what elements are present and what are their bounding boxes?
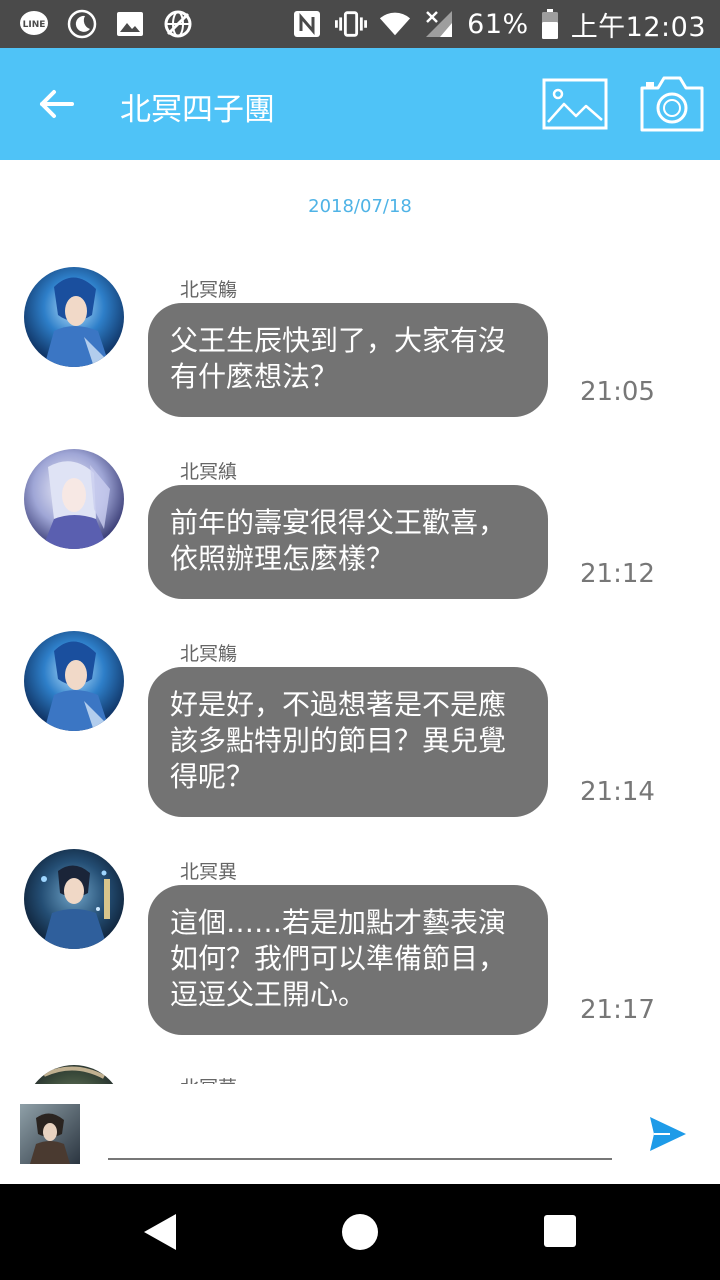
status-bar: LINE 61% 上午12:03 [0, 0, 720, 48]
nfc-icon [291, 8, 323, 40]
avatar[interactable] [24, 849, 124, 949]
signal-icon [423, 8, 455, 40]
svg-text:LINE: LINE [23, 20, 46, 30]
app-bar: 北冥四子團 [0, 48, 720, 160]
sender-name: 北冥華 [180, 1073, 237, 1084]
status-time: 上午12:03 [570, 11, 706, 43]
arrow-left-icon [40, 90, 74, 118]
message-composer [0, 1084, 720, 1184]
message-bubble[interactable]: 父王生辰快到了，大家有沒有什麼想法？ [148, 303, 548, 417]
wifi-icon [379, 8, 411, 40]
avatar[interactable] [24, 1065, 124, 1084]
message-bubble[interactable]: 好是好，不過想著是不是應該多點特別的節目？異兒覺得呢？ [148, 667, 548, 817]
sender-name: 北冥異 [180, 861, 238, 883]
gallery-icon [542, 78, 608, 130]
vibrate-icon [335, 8, 368, 40]
battery-icon [541, 8, 559, 40]
avatar[interactable] [24, 267, 124, 367]
nav-home-icon[interactable] [342, 1214, 378, 1250]
line-icon: LINE [18, 8, 50, 40]
sender-name: 北冥觴 [180, 279, 238, 301]
message-bubble[interactable]: 這個……若是加點才藝表演如何？我們可以準備節目，逗逗父王開心。 [148, 885, 548, 1035]
moon-icon [66, 8, 98, 40]
send-icon [650, 1117, 686, 1151]
system-navigation-bar [0, 1184, 720, 1280]
chat-message-list[interactable]: 2018/07/18 北冥觴 父王生辰快到了，大家有沒有什麼想法？ 21:05 … [0, 160, 720, 1084]
status-icons-right: 61% 上午12:03 [291, 6, 706, 43]
message-time: 21:17 [580, 995, 655, 1025]
message-time: 21:05 [580, 377, 655, 407]
send-image-button[interactable] [540, 74, 612, 134]
message-time: 21:14 [580, 777, 655, 807]
my-avatar[interactable] [20, 1104, 80, 1164]
nav-back-icon[interactable] [136, 1208, 184, 1256]
sender-name: 北冥觴 [180, 643, 238, 665]
chat-title: 北冥四子團 [120, 92, 275, 128]
message-input[interactable] [108, 1108, 612, 1160]
status-icons-left: LINE [18, 8, 194, 40]
image-icon [114, 8, 146, 40]
sender-name: 北冥縝 [180, 461, 238, 483]
blocked-globe-icon [162, 8, 194, 40]
avatar[interactable] [24, 631, 124, 731]
camera-icon [640, 76, 704, 132]
message-bubble[interactable]: 前年的壽宴很得父王歡喜，依照辦理怎麼樣？ [148, 485, 548, 599]
camera-button[interactable] [636, 72, 708, 136]
back-button[interactable] [28, 76, 84, 132]
message-time: 21:12 [580, 559, 655, 589]
battery-percent: 61% [467, 8, 529, 40]
send-button[interactable] [640, 1108, 696, 1160]
date-separator: 2018/07/18 [308, 196, 412, 217]
nav-recents-icon[interactable] [544, 1215, 576, 1247]
avatar[interactable] [24, 449, 124, 549]
